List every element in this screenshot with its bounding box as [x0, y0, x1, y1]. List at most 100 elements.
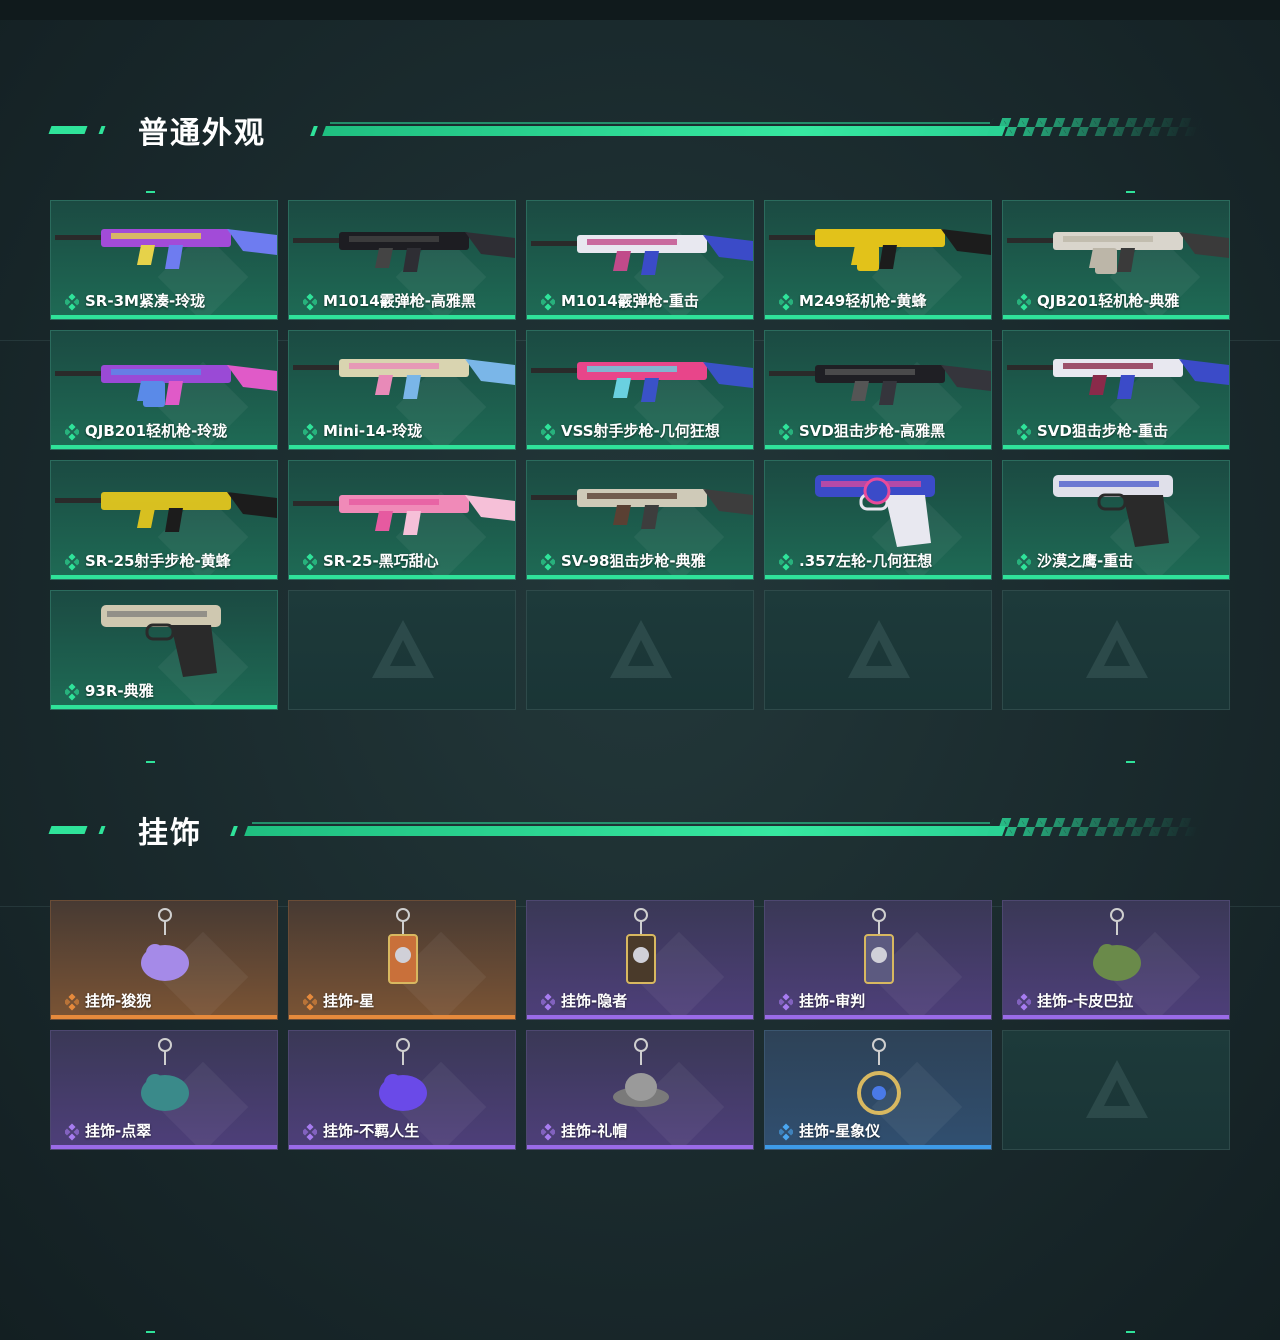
rarity-stripe	[765, 315, 991, 319]
skin-card[interactable]: SR-25射手步枪-黄蜂	[50, 460, 278, 580]
rarity-stripe	[1003, 575, 1229, 579]
rarity-diamond-icon	[1017, 553, 1031, 571]
rarity-diamond-icon	[541, 1123, 555, 1141]
item-name: QJB201轻机枪-玲珑	[85, 422, 228, 440]
rarity-stripe	[51, 575, 277, 579]
rarity-diamond-icon	[65, 1123, 79, 1141]
corner-marker	[1126, 1331, 1135, 1333]
rarity-diamond-icon	[303, 423, 317, 441]
skin-card[interactable]: .357左轮-几何狂想	[764, 460, 992, 580]
skin-card[interactable]: SR-25-黑巧甜心	[288, 460, 516, 580]
rarity-stripe	[527, 445, 753, 449]
item-name: 挂饰-星象仪	[799, 1122, 881, 1140]
charm-card[interactable]: 挂饰-狻猊	[50, 900, 278, 1020]
charm-image	[1093, 908, 1141, 981]
weapon-image	[815, 475, 935, 547]
rifle-image	[293, 359, 515, 399]
rarity-diamond-icon	[541, 293, 555, 311]
rarity-diamond-icon	[541, 553, 555, 571]
item-name: 挂饰-不羁人生	[323, 1122, 420, 1140]
header-checker-pattern	[986, 118, 1204, 136]
game-logo-icon	[372, 620, 434, 678]
game-logo-icon	[610, 620, 672, 678]
header-dash	[98, 826, 106, 834]
header-tick	[230, 826, 238, 836]
skin-card[interactable]: SR-3M紧凑-玲珑	[50, 200, 278, 320]
rarity-diamond-icon	[303, 293, 317, 311]
charm-card[interactable]: 挂饰-卡皮巴拉	[1002, 900, 1230, 1020]
skin-card[interactable]: 沙漠之鹰-重击	[1002, 460, 1230, 580]
rarity-stripe	[51, 705, 277, 709]
charm-card[interactable]: 挂饰-星象仪	[764, 1030, 992, 1150]
charm-image	[626, 908, 656, 984]
rarity-stripe	[527, 1145, 753, 1149]
skin-card[interactable]: M1014霰弹枪-高雅黑	[288, 200, 516, 320]
charm-card[interactable]: 挂饰-不羁人生	[288, 1030, 516, 1150]
charm-card[interactable]: 挂饰-隐者	[526, 900, 754, 1020]
skin-card[interactable]: M1014霰弹枪-重击	[526, 200, 754, 320]
rifle-image	[55, 229, 277, 269]
charm-image	[864, 908, 894, 984]
item-name: .357左轮-几何狂想	[799, 552, 933, 570]
skin-card[interactable]: M249轻机枪-黄蜂	[764, 200, 992, 320]
section-header: 普通外观	[0, 100, 1280, 160]
charm-image	[379, 1038, 427, 1111]
item-name: QJB201轻机枪-典雅	[1037, 292, 1180, 310]
charm-image	[626, 908, 656, 984]
weapon-image	[531, 362, 753, 402]
charm-card[interactable]: 挂饰-审判	[764, 900, 992, 1020]
skin-card[interactable]: SV-98狙击步枪-典雅	[526, 460, 754, 580]
rarity-diamond-icon	[541, 993, 555, 1011]
skin-card[interactable]: SVD狙击步枪-重击	[1002, 330, 1230, 450]
header-thin-line	[330, 122, 990, 124]
rarity-stripe	[527, 1015, 753, 1019]
item-name: SR-25射手步枪-黄蜂	[85, 552, 231, 570]
empty-slot	[1002, 590, 1230, 710]
charm-image	[141, 1038, 189, 1111]
empty-slot	[764, 590, 992, 710]
header-checker-pattern	[986, 818, 1204, 836]
rarity-stripe	[1003, 315, 1229, 319]
item-name: 挂饰-审判	[799, 992, 866, 1010]
weapon-image	[293, 359, 515, 399]
item-name: 沙漠之鹰-重击	[1037, 552, 1134, 570]
charm-grid: 挂饰-狻猊 挂饰-星 挂饰-隐者 挂饰-审判 挂饰-卡皮巴拉挂饰-点翠 挂饰-不羁人生 挂饰…	[50, 900, 1230, 1150]
item-name: SV-98狙击步枪-典雅	[561, 552, 706, 570]
item-name: SVD狙击步枪-高雅黑	[799, 422, 946, 440]
charm-card[interactable]: 挂饰-礼帽	[526, 1030, 754, 1150]
machine-gun-image	[55, 365, 277, 407]
rarity-diamond-icon	[65, 993, 79, 1011]
skin-card[interactable]: VSS射手步枪-几何狂想	[526, 330, 754, 450]
skin-grid: SR-3M紧凑-玲珑 M1014霰弹枪-高雅黑 M1014霰弹枪-重击 M249轻机枪…	[50, 200, 1230, 710]
shotgun-image	[531, 235, 753, 275]
pistol-image	[101, 605, 221, 677]
corner-marker	[146, 191, 155, 193]
rarity-diamond-icon	[779, 993, 793, 1011]
empty-slot	[526, 590, 754, 710]
rarity-diamond-icon	[779, 553, 793, 571]
rarity-diamond-icon	[779, 293, 793, 311]
item-name: 挂饰-礼帽	[561, 1122, 628, 1140]
rarity-stripe	[765, 1015, 991, 1019]
corner-marker	[1126, 191, 1135, 193]
item-name: VSS射手步枪-几何狂想	[561, 422, 720, 440]
skin-card[interactable]: QJB201轻机枪-典雅	[1002, 200, 1230, 320]
skin-card[interactable]: Mini-14-玲珑	[288, 330, 516, 450]
skin-card[interactable]: 93R-典雅	[50, 590, 278, 710]
item-name: M1014霰弹枪-重击	[561, 292, 699, 310]
rarity-stripe	[765, 1145, 991, 1149]
rarity-stripe	[289, 315, 515, 319]
skin-card[interactable]: SVD狙击步枪-高雅黑	[764, 330, 992, 450]
charm-card[interactable]: 挂饰-点翠	[50, 1030, 278, 1150]
skin-card[interactable]: QJB201轻机枪-玲珑	[50, 330, 278, 450]
weapon-image	[531, 235, 753, 275]
charm-card[interactable]: 挂饰-星	[288, 900, 516, 1020]
header-bar	[244, 826, 1006, 836]
item-name: 挂饰-卡皮巴拉	[1037, 992, 1134, 1010]
weapon-image	[1007, 359, 1229, 399]
rifle-image	[55, 492, 277, 532]
item-name: 挂饰-点翠	[85, 1122, 152, 1140]
item-name: SR-3M紧凑-玲珑	[85, 292, 206, 310]
header-dash	[98, 126, 106, 134]
weapon-image	[531, 489, 753, 529]
